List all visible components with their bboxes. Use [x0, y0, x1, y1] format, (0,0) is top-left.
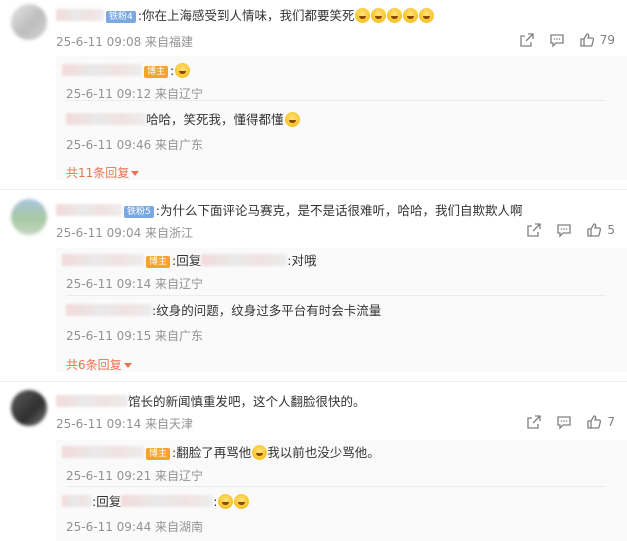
laugh-emoji — [419, 8, 435, 23]
comment-text-line: 铁粉4:你在上海感受到人情味，我们都要笑死 — [56, 7, 435, 25]
laugh-emoji — [218, 494, 234, 509]
reply-meta: 25-6-11 09:14 来自辽宁 — [66, 277, 204, 291]
reply-block: 博主: 25-6-11 09:12 来自辽宁 哈哈，笑死我，懂得都懂 25-6-… — [56, 56, 627, 180]
reply-text-line: 哈哈，笑死我，懂得都懂 — [66, 111, 300, 129]
comment-meta: 25-6-11 09:04 来自浙江 — [56, 226, 194, 240]
reply-text-line: 博主:回复 :对哦 — [62, 252, 316, 270]
blurred-username[interactable] — [66, 113, 146, 125]
like-button[interactable]: 79 — [579, 32, 615, 48]
laugh-emoji — [371, 8, 387, 23]
comment-text-line: 铁粉5:为什么下面评论马赛克，是不是话很难听，哈哈，我们自欺欺人啊 — [56, 202, 522, 220]
blurred-username[interactable] — [121, 495, 214, 507]
blurred-username[interactable] — [56, 204, 122, 216]
divider — [66, 486, 606, 487]
share-icon — [527, 415, 542, 429]
reply-meta: 25-6-11 09:44 来自湖南 — [66, 520, 204, 534]
like-button[interactable]: 5 — [586, 222, 615, 238]
comment-meta: 25-6-11 09:08 来自福建 — [56, 35, 194, 49]
avatar[interactable] — [11, 390, 47, 426]
reply-meta: 25-6-11 09:15 来自广东 — [66, 329, 204, 343]
reply-block: 博主:回复 :对哦 25-6-11 09:14 来自辽宁 :纹身的问题，纹身过多平… — [56, 248, 627, 372]
blurred-username[interactable] — [62, 495, 92, 507]
comment-text: 馆长的新闻慎重发吧，这个人翻脸很快的。 — [128, 394, 366, 409]
blurred-username[interactable] — [56, 395, 128, 407]
share-icon — [527, 223, 542, 237]
avatar[interactable] — [11, 199, 47, 235]
comment-actions: 7 — [512, 414, 615, 430]
author-badge: 博主 — [146, 448, 171, 460]
reply-text: : — [213, 494, 218, 509]
reply-text-line: :回复: — [62, 493, 250, 511]
reply-text-line: 博主: — [62, 62, 191, 80]
comment-button[interactable] — [556, 414, 572, 430]
blurred-username[interactable] — [62, 254, 144, 266]
view-more-replies[interactable]: 共6条回复 — [66, 356, 132, 373]
reply-meta: 25-6-11 09:21 来自辽宁 — [66, 469, 204, 483]
reply-text: :对哦 — [287, 253, 317, 268]
reply-text: 哈哈，笑死我，懂得都懂 — [146, 112, 284, 127]
comment-3: 馆长的新闻慎重发吧，这个人翻脸很快的。 25-6-11 09:14 来自天津 7… — [0, 386, 627, 541]
comment-actions: 5 — [512, 222, 615, 238]
laugh-emoji — [387, 8, 403, 23]
blurred-username[interactable] — [62, 446, 144, 458]
comment-text: :你在上海感受到人情味，我们都要笑死 — [137, 8, 355, 23]
laugh-emoji — [252, 445, 268, 460]
laugh-emoji — [403, 8, 419, 23]
reply-block: 博主:翻脸了再骂他 我以前也没少骂他。 25-6-11 09:21 来自辽宁 :回… — [56, 440, 627, 541]
divider — [0, 189, 627, 190]
view-more-replies[interactable]: 共11条回复 — [66, 164, 140, 181]
comment-meta: 25-6-11 09:14 来自天津 — [56, 417, 194, 431]
comment-text: :为什么下面评论马赛克，是不是话很难听，哈哈，我们自欺欺人啊 — [155, 203, 523, 218]
laugh-emoji — [355, 8, 371, 23]
comment-actions: 79 — [505, 32, 615, 48]
comment-1: 铁粉4:你在上海感受到人情味，我们都要笑死 25-6-11 09:08 来自福建… — [0, 0, 627, 180]
like-icon — [587, 415, 602, 429]
share-button[interactable] — [526, 414, 542, 430]
laugh-emoji — [234, 494, 250, 509]
fan-level-badge: 铁粉5 — [124, 206, 154, 218]
laugh-emoji — [175, 63, 191, 78]
comment-button[interactable] — [556, 222, 572, 238]
reply-text-line: :纹身的问题，纹身过多平台有时会卡流量 — [66, 302, 381, 320]
reply-prefix: :回复 — [92, 494, 122, 509]
like-icon — [587, 223, 602, 237]
like-button[interactable]: 7 — [586, 414, 615, 430]
blurred-username[interactable] — [62, 64, 142, 76]
caret-down-icon — [131, 171, 140, 176]
more-replies-label: 共11条回复 — [66, 166, 130, 180]
comment-2: 铁粉5:为什么下面评论马赛克，是不是话很难听，哈哈，我们自欺欺人啊 25-6-1… — [0, 195, 627, 375]
reply-text: :纹身的问题，纹身过多平台有时会卡流量 — [152, 303, 382, 318]
caret-down-icon — [123, 363, 132, 368]
like-count: 79 — [599, 33, 615, 47]
like-icon — [580, 33, 594, 47]
comment-button[interactable] — [549, 32, 565, 48]
share-icon — [520, 33, 534, 47]
share-button[interactable] — [526, 222, 542, 238]
blurred-username[interactable] — [66, 304, 152, 316]
comment-text-line: 馆长的新闻慎重发吧，这个人翻脸很快的。 — [56, 393, 366, 411]
like-count: 5 — [607, 223, 615, 237]
laugh-emoji — [284, 112, 300, 127]
comment-icon — [557, 416, 572, 430]
divider — [66, 100, 606, 101]
like-count: 7 — [607, 415, 615, 429]
reply-text-line: 博主:翻脸了再骂他 我以前也没少骂他。 — [62, 444, 380, 462]
blurred-username[interactable] — [56, 9, 104, 21]
author-badge: 博主 — [146, 256, 171, 268]
share-button[interactable] — [519, 32, 535, 48]
blurred-username[interactable] — [201, 254, 288, 266]
author-badge: 博主 — [144, 66, 169, 78]
more-replies-label: 共6条回复 — [66, 358, 122, 372]
avatar[interactable] — [11, 4, 47, 40]
reply-meta: 25-6-11 09:46 来自广东 — [66, 138, 204, 152]
comment-icon — [557, 224, 572, 238]
reply-prefix: :回复 — [172, 253, 202, 268]
reply-text-2: 我以前也没少骂他。 — [267, 445, 380, 460]
reply-text: :翻脸了再骂他 — [172, 445, 252, 460]
divider — [66, 295, 606, 296]
fan-level-badge: 铁粉4 — [106, 11, 136, 23]
divider — [0, 381, 627, 382]
reply-text: : — [170, 63, 175, 78]
comment-icon — [550, 34, 564, 48]
